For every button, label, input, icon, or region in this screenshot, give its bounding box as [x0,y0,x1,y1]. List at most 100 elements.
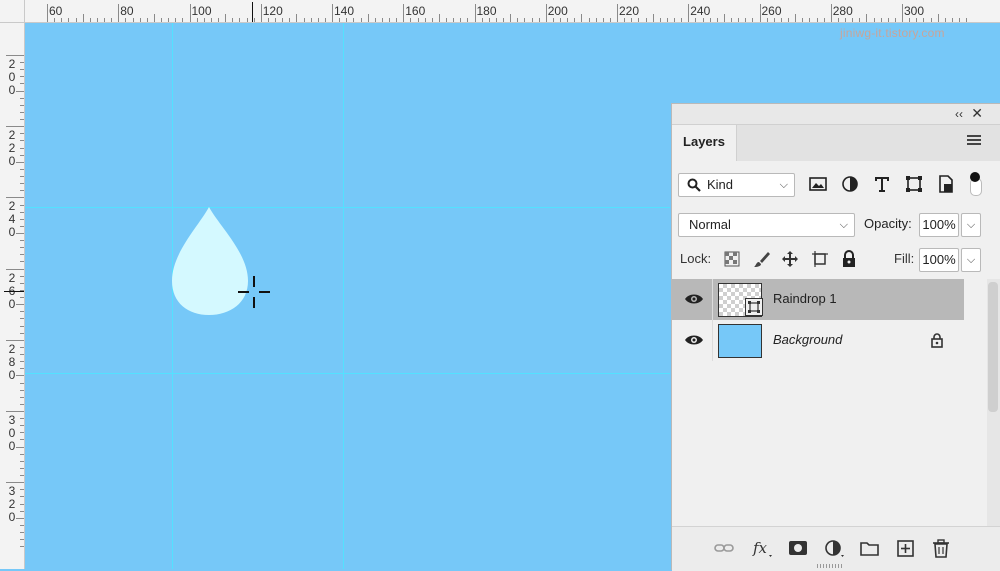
close-icon[interactable]: ✕ [971,105,983,122]
ruler-label: 2 [8,341,16,356]
panel-menu-icon[interactable] [967,135,981,147]
lock-icon[interactable] [930,332,944,348]
ruler-minor-tick [381,18,383,22]
ruler-minor-tick [20,247,24,249]
ruler-minor-tick [16,375,24,377]
layer-name[interactable]: Raindrop 1 [773,291,837,306]
lock-artboard-icon[interactable] [810,249,830,269]
adjustment-layer-icon[interactable] [822,537,846,559]
horizontal-ruler[interactable]: 60 80 100 120 140 160 180 200 220 240 260 280 300 [0,0,1000,23]
type-filter-icon[interactable] [871,173,893,195]
ruler-major-tick [617,4,618,22]
filter-kind-label: Kind [707,177,734,192]
ruler-minor-tick [20,261,24,263]
ruler-minor-tick [367,14,369,22]
layer-row-raindrop[interactable]: Raindrop 1 [672,279,964,320]
horizontal-guide[interactable] [25,207,670,208]
ruler-minor-tick [453,18,455,22]
eye-icon[interactable] [684,332,704,348]
ruler-minor-tick [20,311,24,313]
ruler-minor-tick [296,14,298,22]
ruler-minor-tick [20,104,24,106]
ruler-cursor-marker [4,291,24,292]
ruler-minor-tick [446,18,447,22]
ruler-minor-tick [20,325,24,327]
vertical-guide[interactable] [343,23,344,569]
fx-icon[interactable]: fx [750,537,774,559]
tab-layers[interactable]: Layers [672,125,737,161]
image-filter-icon[interactable] [807,173,829,195]
ruler-label: 2 [8,270,16,285]
new-layer-icon[interactable] [894,537,918,559]
smart-object-filter-icon[interactable] [935,173,957,195]
ruler-minor-tick [20,475,24,477]
collapse-panel-icon[interactable]: ‹‹ [955,107,963,121]
blend-row: Normal ⌵ Opacity: 100% ⌵ [672,207,1000,241]
layer-thumbnail[interactable] [718,283,763,317]
group-folder-icon[interactable] [858,537,882,559]
opacity-dropdown-button[interactable]: ⌵ [961,213,981,237]
scrollbar-thumb[interactable] [988,282,998,412]
ruler-minor-tick [574,18,576,22]
ruler-major-tick [6,339,24,341]
mask-icon[interactable] [786,537,810,559]
ruler-minor-tick [389,18,390,22]
ruler-minor-tick [20,510,24,512]
trash-icon[interactable] [929,537,953,559]
ruler-minor-tick [595,18,597,22]
ruler-minor-tick [61,18,63,22]
ruler-minor-tick [488,18,490,22]
opacity-input[interactable]: 100% [919,213,959,237]
ruler-minor-tick [246,18,248,22]
resize-grip[interactable] [817,564,843,568]
ruler-minor-tick [20,211,24,213]
ruler-major-tick [902,4,903,22]
filter-kind-select[interactable]: Kind ⌵ [678,173,795,197]
shape-filter-icon[interactable] [903,173,925,195]
ruler-minor-tick [923,18,925,22]
ruler-minor-tick [716,18,718,22]
chevron-down-icon: ⌵ [839,219,848,231]
ruler-minor-tick [809,18,811,22]
ruler-label: 180 [476,4,497,18]
ruler-minor-tick [659,18,661,22]
ruler-minor-tick [20,190,24,192]
ruler-minor-tick [873,18,875,22]
horizontal-guide[interactable] [25,373,670,374]
blend-mode-select[interactable]: Normal ⌵ [678,213,855,237]
ruler-minor-tick [20,396,24,398]
ruler-minor-tick [602,18,604,22]
ruler-minor-tick [666,18,668,22]
layer-thumbnail[interactable] [718,324,762,358]
ruler-major-tick [6,482,24,484]
ruler-label: 220 [619,4,640,18]
ruler-minor-tick [239,18,241,22]
ruler-minor-tick [20,467,24,469]
fill-dropdown-button[interactable]: ⌵ [961,248,981,272]
ruler-major-tick [332,4,333,22]
vertical-ruler[interactable]: 200220240260280300320 [0,0,25,569]
ruler-label: 3 [8,484,16,499]
fill-input[interactable]: 100% [919,248,959,272]
adjustment-filter-icon[interactable] [839,173,861,195]
ruler-label: 2 [8,497,16,512]
lock-transparent-pixels-icon[interactable] [722,249,742,269]
ruler-label: 60 [49,4,63,18]
ruler-label: 0 [8,70,16,84]
ruler-minor-tick [203,18,205,22]
eye-icon[interactable] [684,291,704,307]
lock-all-icon[interactable] [839,249,859,269]
ruler-major-tick [47,4,48,22]
link-layers-icon[interactable] [712,537,736,559]
ruler-major-tick [189,4,191,22]
opacity-label: Opacity: [864,216,912,231]
ruler-minor-tick [20,225,24,227]
lock-image-pixels-icon[interactable] [752,249,772,269]
layer-row-background[interactable]: Background [672,320,964,361]
ruler-minor-tick [524,18,526,22]
ruler-origin[interactable] [0,0,25,23]
ruler-minor-tick [624,18,626,22]
ruler-label: 300 [904,4,925,18]
layer-name[interactable]: Background [773,332,842,347]
lock-position-icon[interactable] [780,249,800,269]
